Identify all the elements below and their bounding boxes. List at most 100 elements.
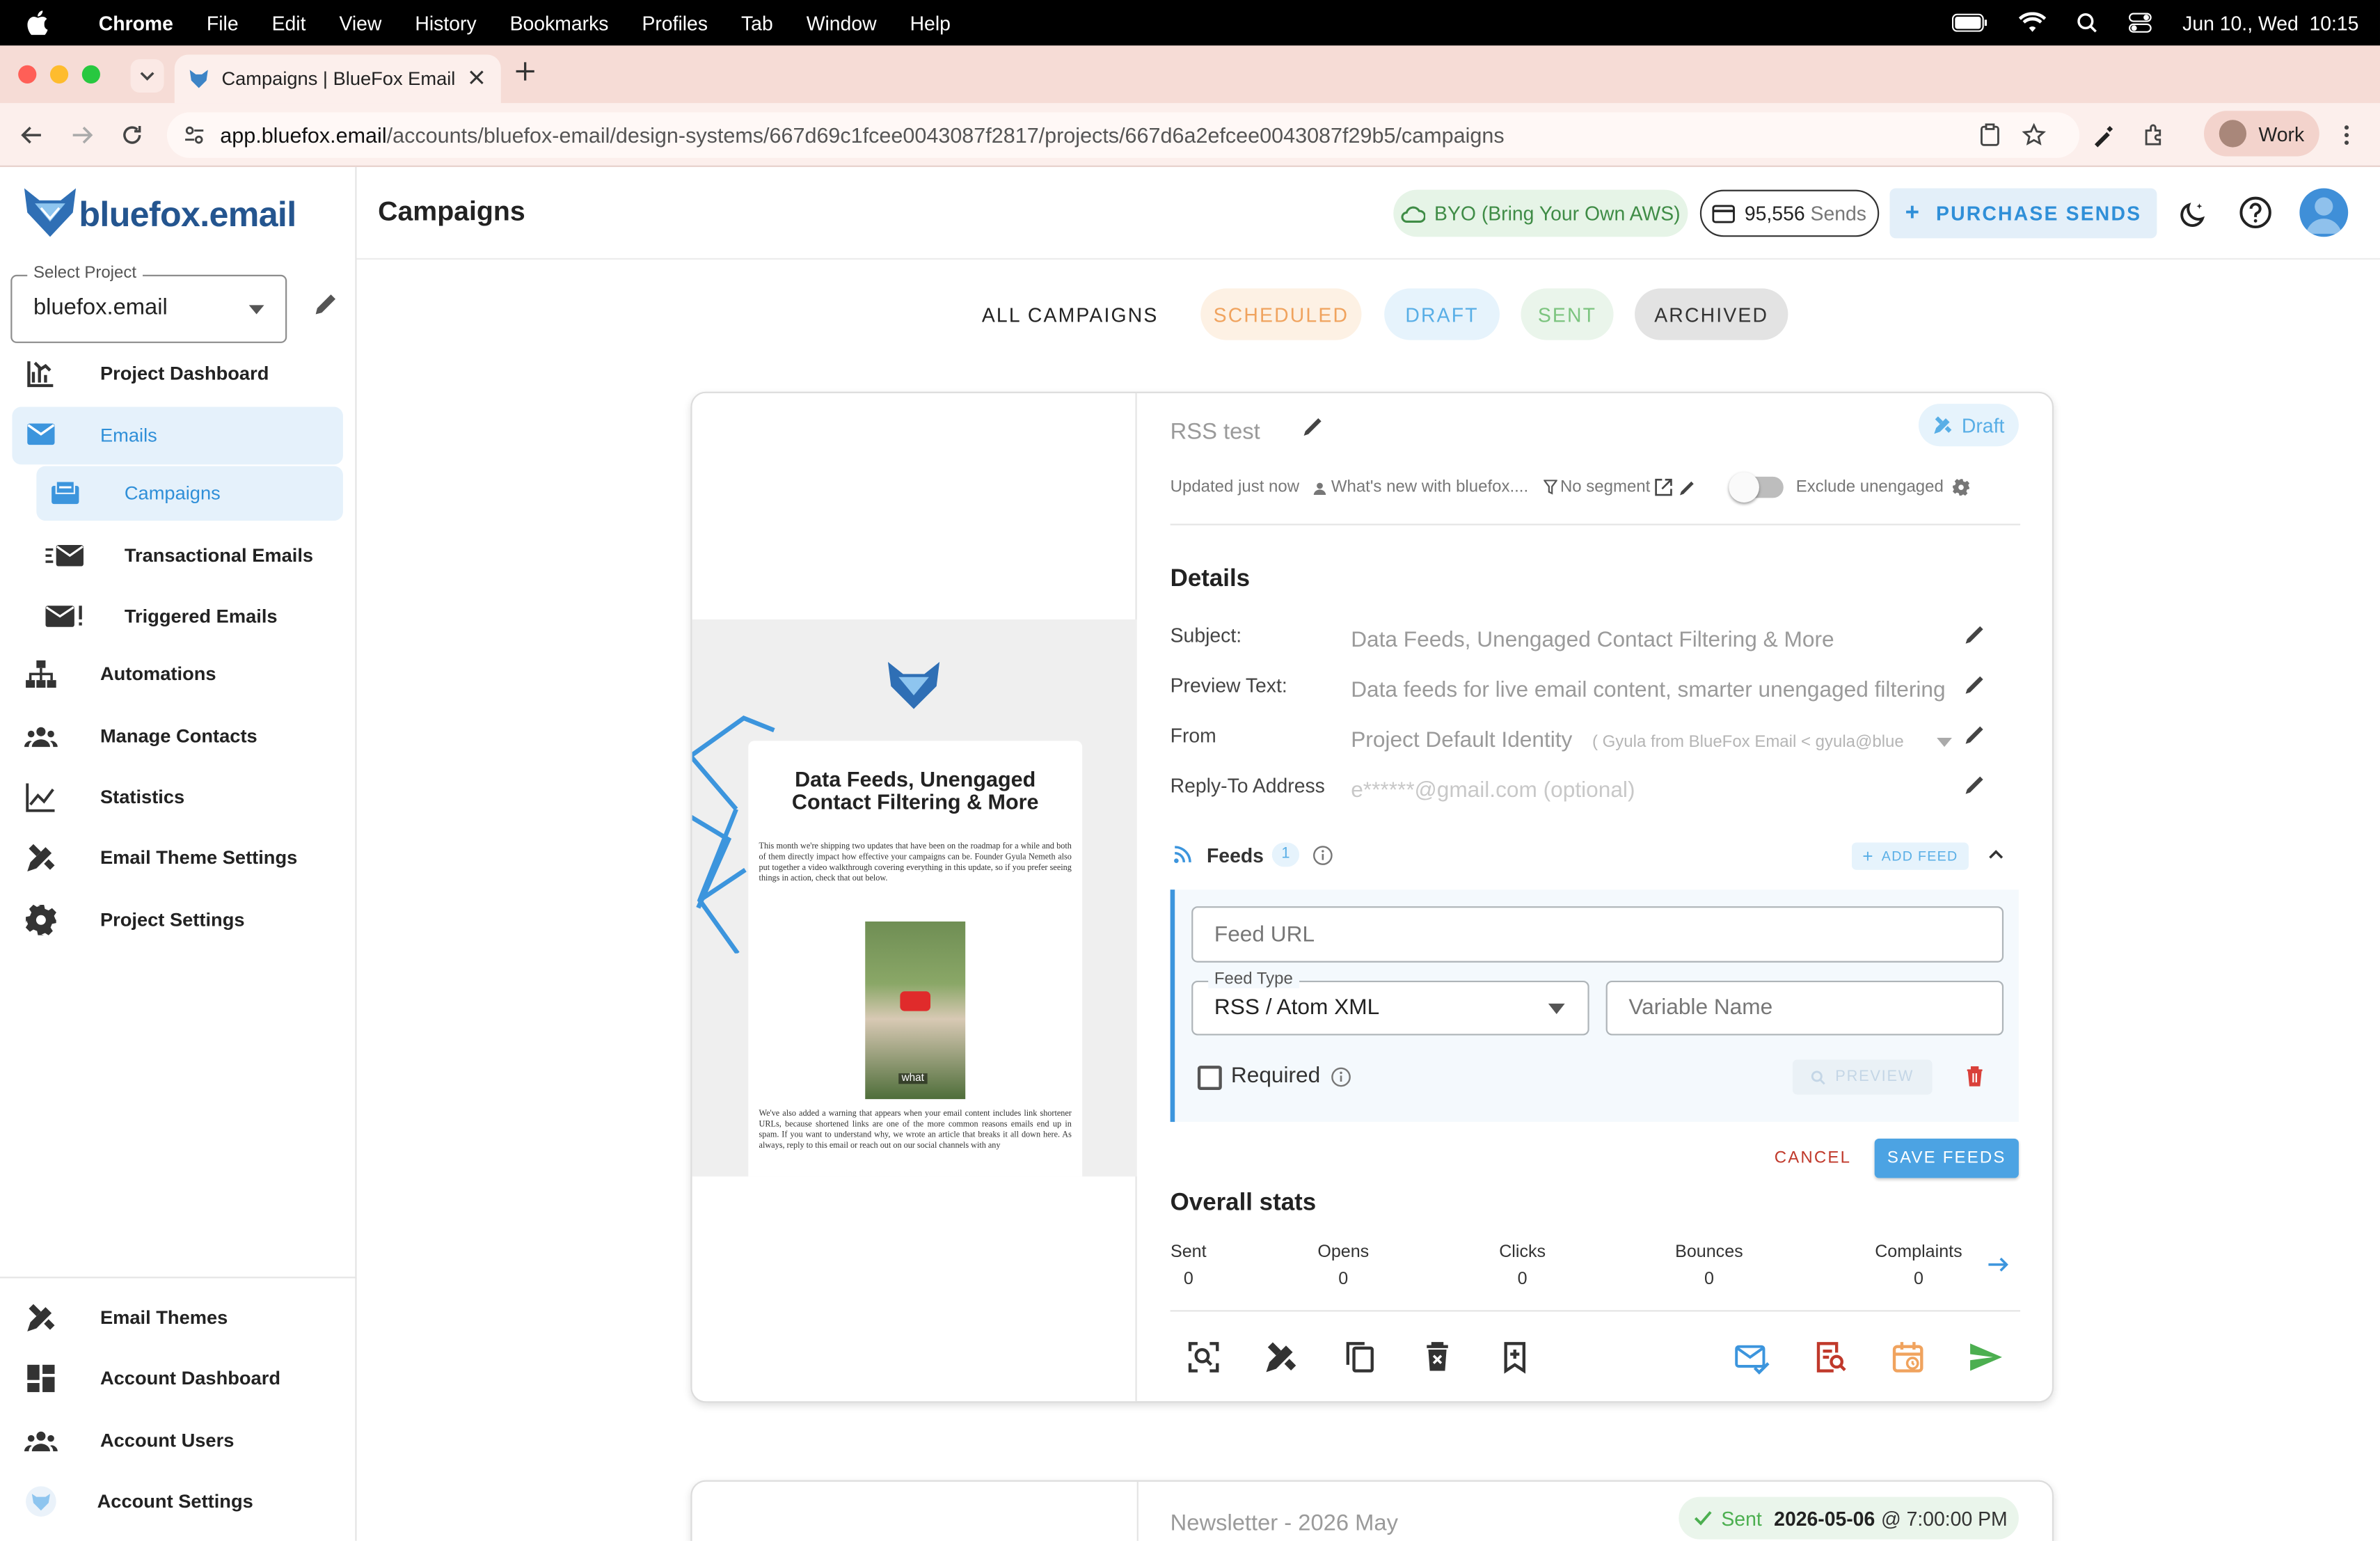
preview-feed-button[interactable]: PREVIEW xyxy=(1792,1059,1933,1095)
browser-menu-icon[interactable] xyxy=(2339,123,2354,148)
logo[interactable]: bluefox.email xyxy=(22,182,296,243)
menu-window[interactable]: Window xyxy=(790,11,894,34)
delete-feed-icon[interactable] xyxy=(1966,1066,1984,1087)
edit-reply-to-icon[interactable] xyxy=(1964,774,1985,796)
edit-design-icon[interactable] xyxy=(1263,1339,1299,1375)
list-name[interactable]: What's new with bluefox.... xyxy=(1331,478,1528,496)
byo-aws-badge[interactable]: BYO (Bring Your Own AWS) xyxy=(1393,189,1688,237)
help-icon[interactable] xyxy=(2239,196,2272,229)
window-zoom-button[interactable] xyxy=(81,65,100,84)
review-email-icon[interactable] xyxy=(1812,1339,1848,1375)
edit-subject-icon[interactable] xyxy=(1964,624,1985,645)
menu-app-name[interactable]: Chrome xyxy=(82,11,190,34)
schedule-icon[interactable] xyxy=(1889,1339,1926,1375)
settings-gear-icon[interactable] xyxy=(1953,478,1971,496)
delete-icon[interactable] xyxy=(1419,1339,1455,1375)
purchase-sends-button[interactable]: + PURCHASE SENDS xyxy=(1889,188,2157,239)
browser-tab-active[interactable]: Campaigns | BlueFox Email xyxy=(174,54,501,104)
from-dropdown-caret-icon[interactable] xyxy=(1937,738,1952,748)
open-external-icon[interactable] xyxy=(1655,478,1673,496)
test-email-icon[interactable] xyxy=(1734,1339,1770,1375)
info-icon[interactable] xyxy=(1312,846,1333,865)
sidebar-item-project-settings[interactable]: Project Settings xyxy=(12,892,342,947)
stat-clicks-label: Clicks xyxy=(1499,1243,1546,1262)
menu-profiles[interactable]: Profiles xyxy=(625,11,724,34)
tab-all-campaigns[interactable]: ALL CAMPAIGNS xyxy=(965,288,1175,340)
menu-datetime[interactable]: Jun 10., Wed 10:15 xyxy=(2182,11,2358,34)
sidebar-item-account-settings[interactable]: Account Settings xyxy=(12,1474,342,1529)
arrow-right-icon[interactable] xyxy=(1988,1257,2010,1272)
menu-tab[interactable]: Tab xyxy=(724,11,790,34)
extensions-icon[interactable] xyxy=(2142,123,2166,148)
apple-icon[interactable] xyxy=(27,10,49,35)
sidebar-item-emails[interactable]: Emails xyxy=(12,406,343,465)
feed-url-input[interactable]: Feed URL xyxy=(1191,906,2004,963)
clipboard-icon[interactable] xyxy=(1979,123,2001,148)
project-select[interactable]: Select Project bluefox.email xyxy=(10,264,287,343)
sends-counter[interactable]: 95,556 Sends xyxy=(1699,189,1880,237)
exclude-unengaged-toggle[interactable] xyxy=(1729,472,1784,503)
tab-sent[interactable]: SENT xyxy=(1521,288,1614,340)
edit-segment-icon[interactable] xyxy=(1679,479,1696,496)
new-tab-icon[interactable] xyxy=(514,61,536,82)
save-feeds-button[interactable]: SAVE FEEDS xyxy=(1874,1138,2019,1178)
window-close-button[interactable] xyxy=(18,65,37,84)
sidebar-item-statistics[interactable]: Statistics xyxy=(12,770,342,825)
menu-file[interactable]: File xyxy=(190,11,255,34)
tab-archived[interactable]: ARCHIVED xyxy=(1635,288,1788,340)
edit-name-icon[interactable] xyxy=(1302,416,1324,438)
address-bar[interactable]: app.bluefox.email/accounts/bluefox-email… xyxy=(166,112,2080,158)
feed-type-select[interactable]: Feed Type RSS / Atom XML xyxy=(1191,970,1589,1036)
eyedropper-extension-icon[interactable] xyxy=(2092,123,2116,148)
send-icon[interactable] xyxy=(1967,1339,2004,1375)
tab-draft[interactable]: DRAFT xyxy=(1384,288,1500,340)
info-icon[interactable] xyxy=(1331,1067,1351,1087)
zoom-preview-icon[interactable] xyxy=(1185,1339,1221,1375)
duplicate-icon[interactable] xyxy=(1342,1339,1378,1375)
add-feed-button[interactable]: + ADD FEED xyxy=(1851,842,1969,870)
tab-scheduled[interactable]: SCHEDULED xyxy=(1200,288,1362,340)
menu-help[interactable]: Help xyxy=(894,11,967,34)
sidebar-item-manage-contacts[interactable]: Manage Contacts xyxy=(12,709,342,764)
bookmark-star-icon[interactable] xyxy=(2022,123,2046,148)
window-minimize-button[interactable] xyxy=(49,65,69,84)
forward-icon[interactable] xyxy=(70,123,94,148)
project-select-label: Select Project xyxy=(27,264,143,283)
cancel-button[interactable]: CANCEL xyxy=(1775,1149,1851,1167)
sidebar-item-email-themes[interactable]: Email Themes xyxy=(12,1290,342,1345)
edit-from-icon[interactable] xyxy=(1964,724,1985,745)
menu-bookmarks[interactable]: Bookmarks xyxy=(493,11,626,34)
sidebar-item-account-users[interactable]: Account Users xyxy=(12,1414,342,1469)
menu-edit[interactable]: Edit xyxy=(255,11,323,34)
tab-close-icon[interactable] xyxy=(468,68,486,86)
video-thumbnail[interactable]: what xyxy=(865,921,966,1100)
collapse-chevron-icon[interactable] xyxy=(1988,848,2004,859)
menu-view[interactable]: View xyxy=(322,11,398,34)
sidebar-item-project-dashboard[interactable]: Project Dashboard xyxy=(12,346,342,401)
reload-icon[interactable] xyxy=(120,123,144,148)
wifi-icon[interactable] xyxy=(2018,12,2046,33)
tab-search-icon[interactable] xyxy=(130,59,164,93)
edit-project-icon[interactable] xyxy=(312,290,340,317)
sidebar-item-account-dashboard[interactable]: Account Dashboard xyxy=(12,1351,342,1406)
sidebar-item-transactional-emails[interactable]: Transactional Emails xyxy=(12,528,342,583)
menu-history[interactable]: History xyxy=(398,11,493,34)
dark-mode-icon[interactable] xyxy=(2178,199,2209,230)
variable-name-input[interactable]: Variable Name xyxy=(1605,981,2004,1036)
required-checkbox[interactable] xyxy=(1197,1066,1222,1091)
bookmark-add-icon[interactable] xyxy=(1497,1339,1533,1375)
sidebar-item-email-theme-settings[interactable]: Email Theme Settings xyxy=(12,830,342,885)
avatar[interactable] xyxy=(2299,188,2349,237)
back-icon[interactable] xyxy=(19,123,44,148)
control-center-icon[interactable] xyxy=(2128,12,2152,33)
sidebar-item-triggered-emails[interactable]: Triggered Emails xyxy=(12,589,342,644)
profile-chip[interactable]: Work xyxy=(2203,111,2319,157)
edit-preview-text-icon[interactable] xyxy=(1964,674,1985,695)
reply-to-placeholder[interactable]: e******@gmail.com (optional) xyxy=(1351,779,1635,803)
sidebar-item-campaigns[interactable]: Campaigns xyxy=(36,466,343,521)
battery-icon[interactable] xyxy=(1951,13,1988,32)
site-info-icon[interactable] xyxy=(184,125,205,146)
sidebar-item-automations[interactable]: Automations xyxy=(12,647,342,702)
spotlight-search-icon[interactable] xyxy=(2076,12,2097,33)
email-preview-pane[interactable]: Data Feeds, Unengaged Contact Filtering … xyxy=(692,393,1137,1402)
